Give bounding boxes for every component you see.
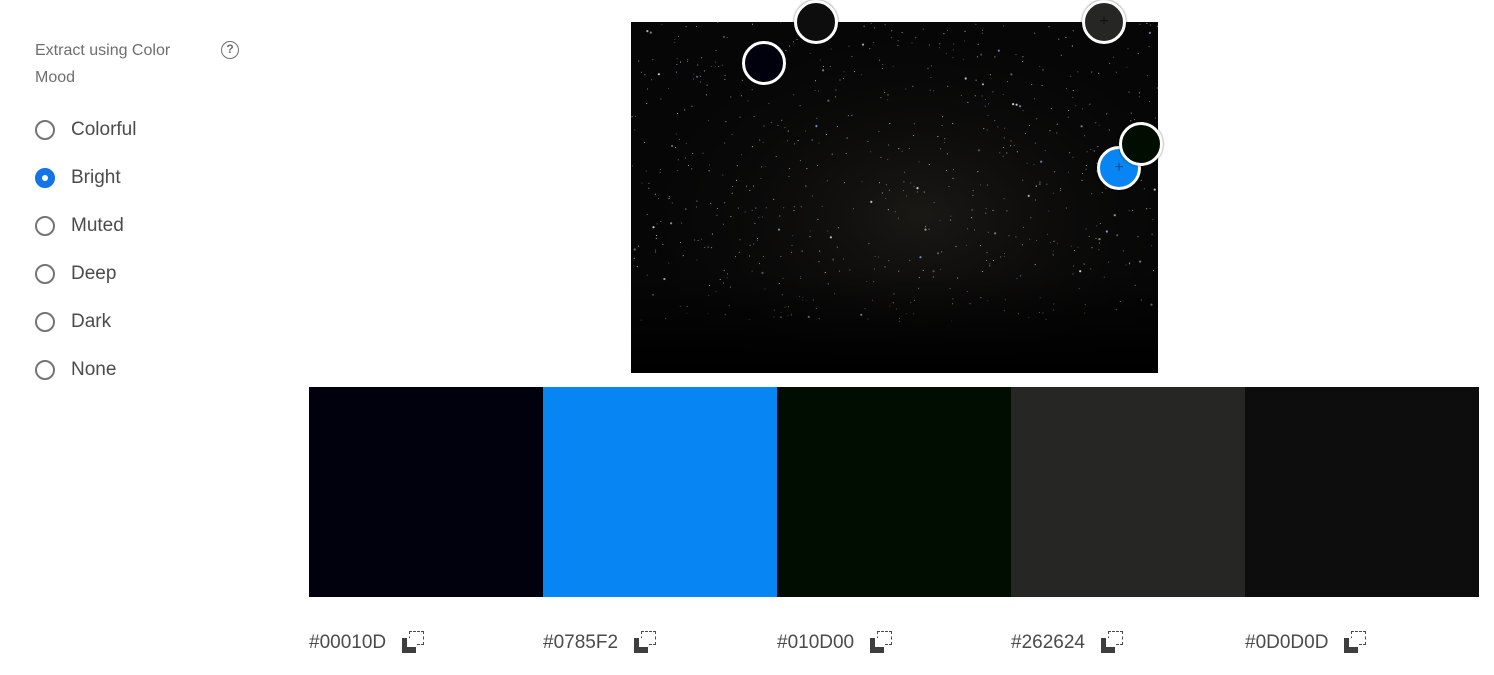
hex-row-1: #00010D xyxy=(309,630,428,656)
mood-option-none[interactable]: None xyxy=(35,357,116,383)
hex-row-2: #0785F2 xyxy=(543,630,660,656)
radio-bright[interactable] xyxy=(35,168,55,188)
mood-option-muted[interactable]: Muted xyxy=(35,213,124,239)
mood-option-bright[interactable]: Bright xyxy=(35,165,121,191)
night-sky-image xyxy=(631,22,1158,373)
mood-option-label: Deep xyxy=(71,263,117,284)
hex-value[interactable]: #00010D xyxy=(309,632,386,654)
mood-option-label: Bright xyxy=(71,167,121,188)
copy-icon[interactable] xyxy=(1344,631,1370,655)
crosshair-icon: + xyxy=(1099,13,1109,30)
radio-none[interactable] xyxy=(35,360,55,380)
radio-colorful[interactable] xyxy=(35,120,55,140)
mood-option-label: Colorful xyxy=(71,119,137,140)
copy-icon[interactable] xyxy=(402,631,428,655)
hex-value[interactable]: #0785F2 xyxy=(543,632,618,654)
color-picker-handle-3[interactable] xyxy=(1119,122,1163,166)
hex-row-3: #010D00 xyxy=(777,630,896,656)
copy-icon[interactable] xyxy=(1100,631,1127,655)
mood-option-colorful[interactable]: Colorful xyxy=(35,117,136,143)
mood-option-dark[interactable]: Dark xyxy=(35,309,111,335)
hex-value[interactable]: #010D00 xyxy=(777,632,854,654)
swatch-5[interactable] xyxy=(1245,387,1479,597)
color-picker-handle-1[interactable] xyxy=(742,41,786,85)
mood-option-label: None xyxy=(71,359,117,380)
help-icon[interactable]: ? xyxy=(221,41,239,59)
crosshair-icon: + xyxy=(1114,159,1124,176)
color-mood-title: Extract using Color Mood xyxy=(35,42,171,86)
radio-muted[interactable] xyxy=(35,216,55,236)
mood-option-deep[interactable]: Deep xyxy=(35,261,116,287)
radio-dark[interactable] xyxy=(35,312,55,332)
swatch-3[interactable] xyxy=(777,387,1011,597)
hex-row-4: #262624 xyxy=(1011,630,1127,656)
mood-option-label: Dark xyxy=(71,311,112,332)
swatch-1[interactable] xyxy=(309,387,543,597)
hex-value[interactable]: #0D0D0D xyxy=(1245,632,1328,654)
swatch-2[interactable] xyxy=(543,387,777,597)
color-picker-handle-4[interactable]: + xyxy=(1082,0,1126,44)
color-swatches xyxy=(309,387,1479,597)
copy-icon[interactable] xyxy=(870,631,896,655)
hex-row-5: #0D0D0D xyxy=(1245,630,1370,656)
mood-option-label: Muted xyxy=(71,215,124,236)
radio-deep[interactable] xyxy=(35,264,55,284)
copy-icon[interactable] xyxy=(634,631,660,655)
color-picker-handle-5[interactable] xyxy=(794,0,838,44)
swatch-4[interactable] xyxy=(1011,387,1245,597)
hex-value[interactable]: #262624 xyxy=(1011,632,1085,654)
source-image xyxy=(631,22,1158,373)
